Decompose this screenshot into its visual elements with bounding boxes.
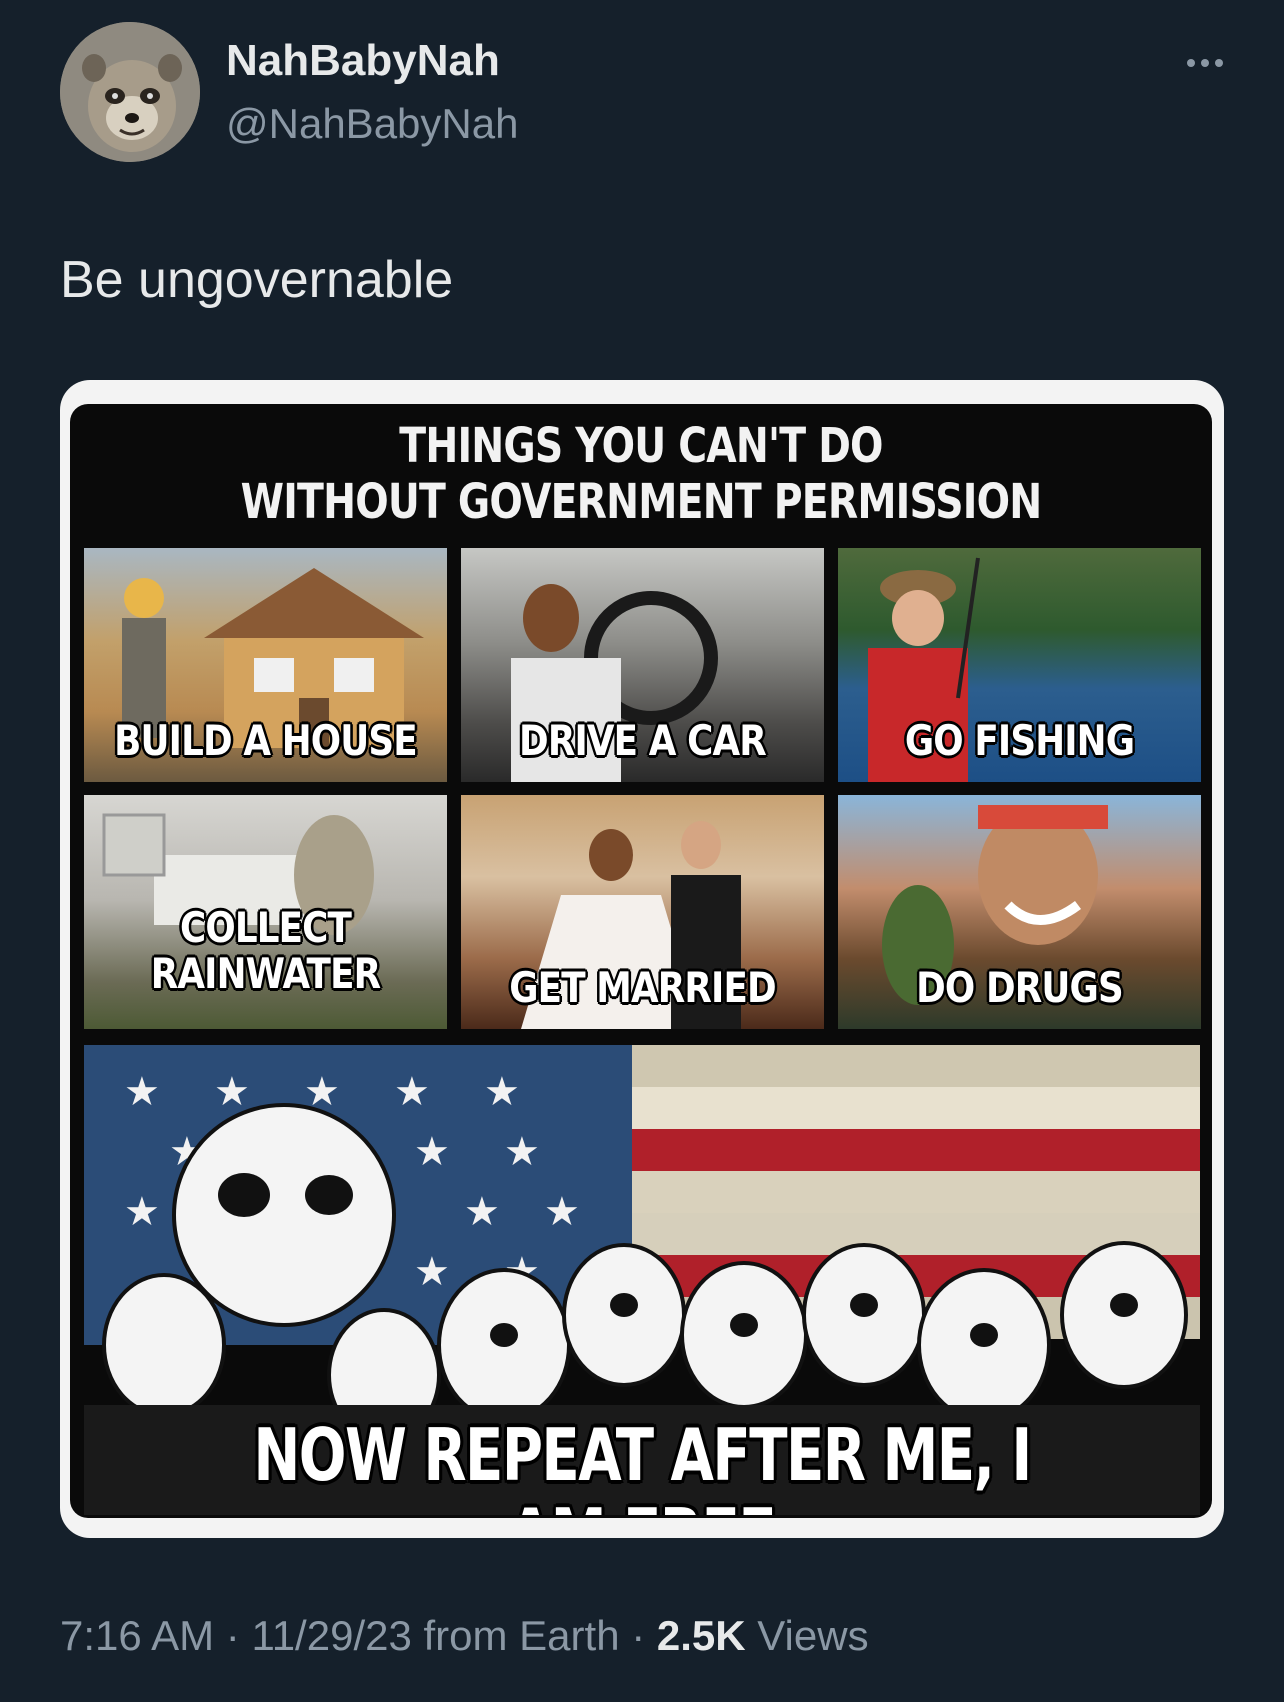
flag-skulls-panel: ★ ★ ★ ★ ★ ★ ★ ★ ★ ★ ★ ★ ★ <box>84 1045 1200 1515</box>
dot <box>1201 59 1209 67</box>
meme-title-line2: WITHOUT GOVERNMENT PERMISSION <box>240 474 1043 530</box>
panel-caption: BUILD A HOUSE <box>114 716 417 765</box>
panel-do-drugs: DO DRUGS <box>838 795 1201 1029</box>
tweet-media[interactable]: THINGS YOU CAN'T DO WITHOUT GOVERNMENT P… <box>60 380 1224 1538</box>
user-handle[interactable]: @NahBabyNah <box>226 100 518 148</box>
avatar-image <box>60 22 200 162</box>
panel-caption: DO DRUGS <box>916 963 1124 1012</box>
tweet-meta: 7:16 AM · 11/29/23 from Earth · 2.5K Vie… <box>60 1612 869 1660</box>
more-dots-icon[interactable] <box>1168 48 1242 78</box>
panel-caption: GO FISHING <box>904 716 1135 765</box>
meme-title: THINGS YOU CAN'T DO WITHOUT GOVERNMENT P… <box>173 418 1109 530</box>
panel-get-married: GET MARRIED <box>461 795 824 1029</box>
tweet-date[interactable]: 11/29/23 <box>251 1612 411 1659</box>
meme-image: THINGS YOU CAN'T DO WITHOUT GOVERNMENT P… <box>70 404 1212 1518</box>
separator: · <box>631 1612 646 1659</box>
tweet-text: Be ungovernable <box>60 251 454 309</box>
panel-caption: GET MARRIED <box>509 963 776 1012</box>
panel-build-house: BUILD A HOUSE <box>84 548 447 782</box>
display-name[interactable]: NahBabyNah <box>226 36 500 86</box>
dot <box>1187 59 1195 67</box>
panel-drive-car: DRIVE A CAR <box>461 548 824 782</box>
panel-caption: DRIVE A CAR <box>519 716 767 765</box>
tweet-source: from Earth <box>423 1612 620 1659</box>
panel-caption: COLLECT RAINWATER <box>111 905 420 997</box>
panel-go-fishing: GO FISHING <box>838 548 1201 782</box>
avatar[interactable] <box>60 22 200 162</box>
meme-bottom-caption: NOW REPEAT AFTER ME, I AM FREE <box>253 1413 1032 1515</box>
views-count: 2.5K <box>656 1612 746 1659</box>
panel-caption-line1: COLLECT <box>179 903 352 952</box>
panel-collect-rainwater: COLLECT RAINWATER <box>84 795 447 1029</box>
meme-title-line1: THINGS YOU CAN'T DO <box>399 418 883 474</box>
separator: · <box>225 1612 240 1659</box>
dot <box>1215 59 1223 67</box>
views-label: Views <box>757 1612 869 1659</box>
panel-caption-line2: RAINWATER <box>150 949 381 998</box>
tweet-time[interactable]: 7:16 AM <box>60 1612 214 1659</box>
